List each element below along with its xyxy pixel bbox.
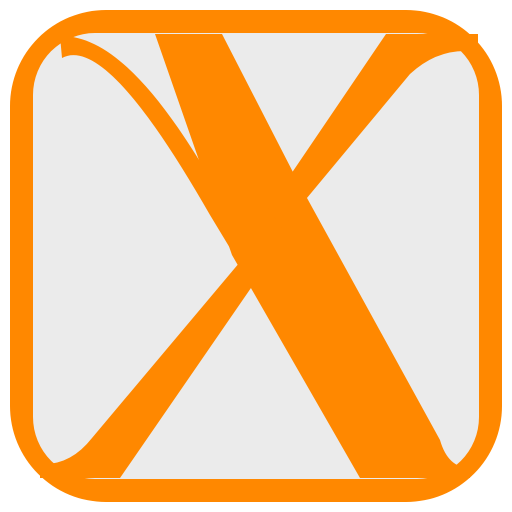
app-icon [0, 0, 512, 512]
x-logo-icon [10, 10, 502, 502]
